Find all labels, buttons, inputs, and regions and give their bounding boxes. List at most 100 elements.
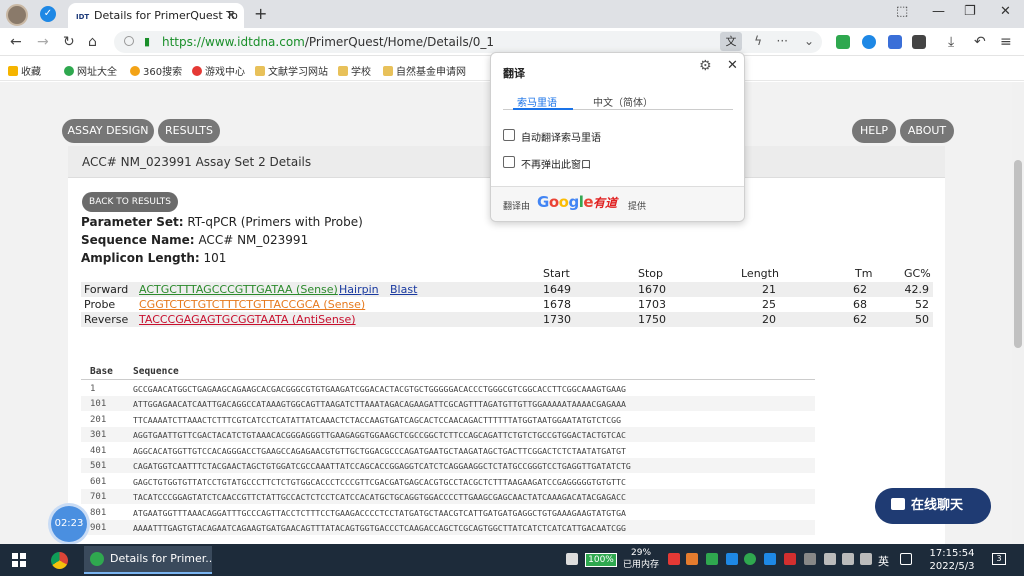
input-language[interactable]: 英 — [878, 553, 889, 569]
blast-link[interactable]: Blast — [390, 283, 417, 296]
results-button[interactable]: RESULTS — [158, 119, 220, 143]
timer-badge[interactable]: 02:23 — [51, 506, 87, 542]
windows-start-icon[interactable] — [12, 553, 26, 567]
primer-tm: 68 — [853, 298, 867, 311]
globe-extension-icon[interactable] — [862, 35, 876, 49]
translate-icon[interactable]: 文 — [720, 32, 742, 51]
wechat-tray-icon[interactable] — [744, 553, 756, 565]
reload-icon[interactable]: ↻ — [63, 34, 75, 50]
primer-sequence-link[interactable]: TACCCGAGAGTGCGGTAATA (AntiSense) — [139, 313, 356, 326]
footer-prefix: 翻译由 — [503, 202, 531, 212]
windows-taskbar: Details for Primer... 100% 29% 已用内存 英 17:… — [0, 544, 1024, 576]
restore-button[interactable]: ❐ — [964, 4, 976, 19]
download-icon[interactable]: ⤓ — [948, 34, 954, 50]
auto-translate-checkbox[interactable] — [503, 129, 515, 141]
live-chat-button[interactable]: 在线聊天 — [875, 488, 991, 524]
wechat-extension-icon[interactable] — [836, 35, 850, 49]
never-show-checkbox[interactable] — [503, 156, 515, 168]
tab-source-language[interactable]: 索马里语 — [517, 94, 557, 109]
hairpin-link[interactable]: Hairpin — [339, 283, 379, 296]
url-field[interactable]: ▮ https://www.idtdna.com/PrimerQuest/Hom… — [114, 31, 822, 53]
translate-popup: 翻译 ⚙ ✕ 索马里语 中文（简体） 自动翻译索马里语 不再弹出此窗口 翻译由 … — [490, 52, 745, 222]
primer-stop: 1703 — [638, 298, 666, 311]
primer-type: Reverse — [84, 313, 129, 326]
tab-close-icon[interactable]: ✕ — [226, 8, 236, 22]
about-button[interactable]: ABOUT — [900, 119, 954, 143]
taskbar-clock[interactable]: 17:15:54 2022/5/3 — [920, 547, 984, 573]
help-button[interactable]: HELP — [852, 119, 896, 143]
shirt-icon[interactable]: ⬚ — [896, 4, 908, 19]
tray-app-icon[interactable] — [764, 553, 776, 565]
page-scrollbar[interactable] — [1012, 82, 1024, 544]
sequence-row: 301 AGGTGAATTGTTCGACTACATCTGTAAACACGGGAGG… — [81, 427, 815, 442]
back-to-results-button[interactable]: BACK TO RESULTS — [82, 192, 178, 212]
chevron-down-icon[interactable]: ⌄ — [804, 34, 814, 48]
menu-icon[interactable]: ≡ — [1000, 34, 1012, 50]
site-info-icon[interactable] — [124, 36, 134, 46]
bookmark-favorites[interactable]: 收藏 — [8, 63, 41, 78]
browser-tab[interactable]: IDT Details for PrimerQuest To ✕ — [68, 3, 244, 28]
close-icon[interactable]: ✕ — [727, 58, 738, 73]
site-icon — [64, 66, 74, 76]
translate-extension-icon[interactable] — [888, 35, 902, 49]
tray-app-icon[interactable] — [726, 553, 738, 565]
primer-start: 1730 — [543, 313, 571, 326]
notification-icon[interactable]: 3 — [992, 553, 1006, 565]
bookmark-360-search[interactable]: 360搜索 — [130, 63, 182, 78]
bookmark-school[interactable]: 学校 — [338, 63, 371, 78]
plug-icon[interactable] — [566, 553, 578, 565]
profile-avatar[interactable] — [6, 4, 28, 26]
url-host: https://www.idtdna.com — [162, 35, 305, 49]
primer-sequence-link[interactable]: ACTGCTTTAGCCCGTTGATAA (Sense) — [139, 283, 338, 296]
col-start-header: Start — [543, 267, 570, 280]
sequence-row: 801 ATGAATGGTTTAAACAGGATTTGCCCAGTTACCTCTT… — [90, 508, 626, 518]
bookmark-literature[interactable]: 文献学习网站 — [255, 63, 328, 78]
tray-app-icon[interactable] — [668, 553, 680, 565]
primer-tm: 62 — [853, 313, 867, 326]
language-tabs: 索马里语 中文（简体） — [503, 93, 733, 110]
bookmark-url-directory[interactable]: 网址大全 — [64, 63, 117, 78]
assay-design-button[interactable]: ASSAY DESIGN — [62, 119, 154, 143]
never-show-label: 不再弹出此窗口 — [521, 160, 591, 171]
auto-translate-label: 自动翻译索马里语 — [521, 133, 601, 144]
tray-app-icon[interactable] — [686, 553, 698, 565]
chrome-taskbar-icon[interactable] — [51, 552, 68, 569]
apps-grid-icon[interactable] — [912, 35, 926, 49]
bookmark-nsf-application[interactable]: 自然基金申请网 — [383, 63, 466, 78]
tray-app-icon[interactable] — [804, 553, 816, 565]
primer-stop: 1750 — [638, 313, 666, 326]
sequence-row: 1 GCCGAACATGGCTGAGAAGCAGAAGCACGACGGGCGTGT… — [90, 384, 626, 394]
tab-target-language[interactable]: 中文（简体） — [593, 94, 653, 109]
memory-indicator[interactable]: 29% 已用内存 — [623, 547, 659, 571]
chat-icon — [891, 498, 905, 510]
undo-icon[interactable]: ↶ — [974, 34, 986, 50]
battery-indicator[interactable]: 100% — [585, 553, 617, 567]
more-icon[interactable]: ··· — [777, 34, 788, 48]
input-method-icon[interactable] — [900, 553, 912, 565]
taskbar-app-browser[interactable]: Details for Primer... — [84, 546, 212, 574]
volume-icon[interactable] — [860, 553, 872, 565]
minimize-button[interactable]: — — [932, 4, 945, 19]
browser-shield-icon[interactable]: ✓ — [40, 6, 56, 22]
new-tab-button[interactable]: + — [254, 4, 267, 23]
primer-row-probe: Probe CGGTCTCTGTCTTTCTGTTACCGCA (Sense) … — [81, 297, 933, 312]
bookmark-game-center[interactable]: 游戏中心 — [192, 63, 245, 78]
browser-tab-strip: ✓ IDT Details for PrimerQuest To ✕ + ⬚ — … — [0, 0, 1024, 28]
tray-app-icon[interactable] — [706, 553, 718, 565]
tray-app-icon[interactable] — [784, 553, 796, 565]
primer-sequence-link[interactable]: CGGTCTCTGTCTTTCTGTTACCGCA (Sense) — [139, 298, 365, 311]
forward-arrow-icon[interactable]: → — [37, 34, 49, 50]
wifi-icon[interactable] — [824, 553, 836, 565]
back-arrow-icon[interactable]: ← — [10, 34, 22, 50]
battery-tray-icon[interactable] — [842, 553, 854, 565]
gear-icon[interactable]: ⚙ — [699, 58, 712, 74]
folder-icon — [383, 66, 393, 76]
close-window-button[interactable]: ✕ — [1000, 4, 1011, 19]
col-tm-header: Tm — [855, 267, 873, 280]
sequence-name: Sequence Name: ACC# NM_023991 — [81, 233, 309, 247]
scrollbar-thumb[interactable] — [1014, 160, 1022, 348]
google-logo: Google — [537, 193, 594, 211]
primer-length: 25 — [762, 298, 776, 311]
lightning-icon[interactable]: ϟ — [754, 34, 762, 48]
home-icon[interactable]: ⌂ — [88, 34, 97, 50]
